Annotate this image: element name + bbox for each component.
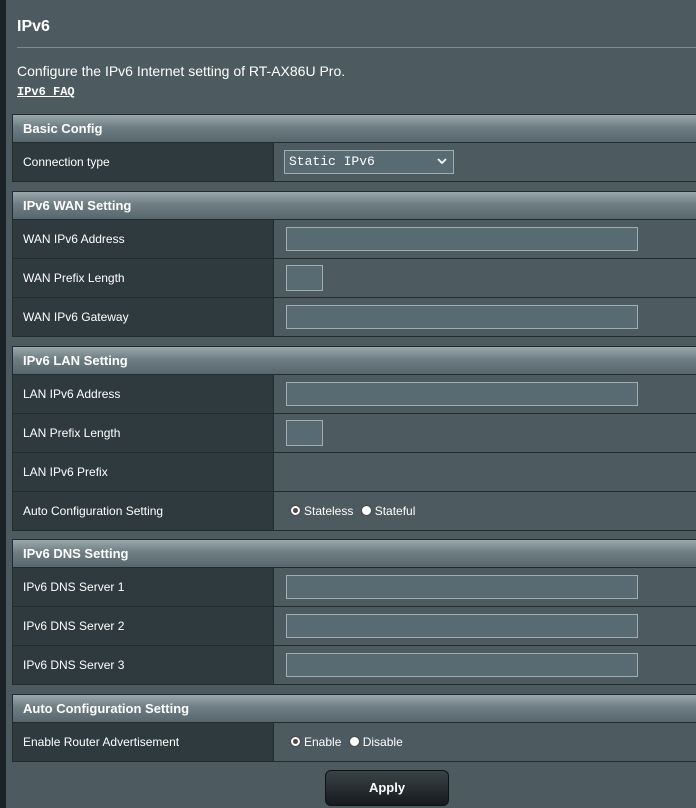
enable-radio[interactable]: Enable bbox=[290, 723, 341, 761]
dns-server3-input[interactable] bbox=[286, 653, 638, 677]
enable-radio-label: Enable bbox=[304, 735, 342, 749]
dns-server2-label: IPv6 DNS Server 2 bbox=[13, 607, 274, 645]
basic-config-section: Basic Config Connection type Static IPv6 bbox=[12, 114, 696, 182]
lan-auto-config-row: Auto Configuration Setting Stateless Sta… bbox=[13, 492, 696, 531]
lan-setting-section: IPv6 LAN Setting LAN IPv6 Address LAN Pr… bbox=[12, 346, 696, 531]
lan-address-label: LAN IPv6 Address bbox=[13, 375, 274, 413]
apply-button[interactable]: Apply bbox=[325, 770, 449, 806]
wan-gateway-label: WAN IPv6 Gateway bbox=[13, 298, 274, 336]
router-advertisement-radio-group: Enable Disable bbox=[290, 723, 407, 761]
connection-type-cell: Static IPv6 bbox=[274, 143, 696, 181]
page-title: IPv6 bbox=[17, 18, 50, 35]
lan-ipv6-prefix-label: LAN IPv6 Prefix bbox=[13, 453, 274, 491]
router-advertisement-row: Enable Router Advertisement Enable Disab… bbox=[13, 723, 696, 762]
radio-unchecked-icon[interactable] bbox=[360, 504, 372, 516]
lan-prefix-length-label: LAN Prefix Length bbox=[13, 414, 274, 452]
wan-gateway-cell bbox=[274, 298, 696, 336]
dns-server1-cell bbox=[274, 568, 696, 606]
wan-address-cell bbox=[274, 220, 696, 258]
dns-server3-row: IPv6 DNS Server 3 bbox=[13, 646, 696, 685]
connection-type-row: Connection type Static IPv6 bbox=[13, 143, 696, 182]
wan-setting-section: IPv6 WAN Setting WAN IPv6 Address WAN Pr… bbox=[12, 191, 696, 337]
wan-prefix-length-row: WAN Prefix Length bbox=[13, 259, 696, 298]
lan-prefix-row: LAN IPv6 Prefix bbox=[13, 453, 696, 492]
radio-checked-icon[interactable] bbox=[290, 735, 301, 747]
ipv6-settings-page: IPv6 Configure the IPv6 Internet setting… bbox=[6, 0, 696, 808]
connection-type-select[interactable]: Static IPv6 bbox=[284, 150, 454, 174]
lan-prefix-length-cell bbox=[274, 414, 696, 452]
dns-server3-label: IPv6 DNS Server 3 bbox=[13, 646, 274, 684]
wan-gateway-row: WAN IPv6 Gateway bbox=[13, 298, 696, 337]
lan-auto-config-cell: Stateless Stateful bbox=[274, 492, 696, 530]
dns-server1-input[interactable] bbox=[286, 575, 638, 599]
wan-prefix-length-label: WAN Prefix Length bbox=[13, 259, 274, 297]
auto-config-section: Auto Configuration Setting Enable Router… bbox=[12, 694, 696, 762]
router-advertisement-label: Enable Router Advertisement bbox=[13, 723, 274, 761]
lan-address-cell bbox=[274, 375, 696, 413]
section-header-lan-setting: IPv6 LAN Setting bbox=[13, 347, 696, 375]
stateless-radio[interactable]: Stateless bbox=[290, 492, 353, 530]
section-header-basic-config: Basic Config bbox=[13, 115, 696, 143]
wan-address-row: WAN IPv6 Address bbox=[13, 220, 696, 259]
section-header-wan-setting: IPv6 WAN Setting bbox=[13, 192, 696, 220]
disable-radio[interactable]: Disable bbox=[348, 723, 403, 761]
dns-server2-input[interactable] bbox=[286, 614, 638, 638]
lan-auto-config-label: Auto Configuration Setting bbox=[13, 492, 274, 530]
dns-server2-row: IPv6 DNS Server 2 bbox=[13, 607, 696, 646]
dns-server1-row: IPv6 DNS Server 1 bbox=[13, 568, 696, 607]
auto-config-radio-group: Stateless Stateful bbox=[290, 492, 419, 530]
stateful-radio-label: Stateful bbox=[374, 504, 416, 518]
lan-prefix-length-input[interactable] bbox=[286, 420, 323, 446]
dns-server3-cell bbox=[274, 646, 696, 684]
section-header-auto-config: Auto Configuration Setting bbox=[13, 695, 696, 723]
connection-type-selected-value: Static IPv6 bbox=[289, 154, 375, 169]
wan-ipv6-gateway-input[interactable] bbox=[286, 305, 638, 329]
wan-address-label: WAN IPv6 Address bbox=[13, 220, 274, 258]
stateful-radio[interactable]: Stateful bbox=[360, 492, 416, 530]
lan-address-row: LAN IPv6 Address bbox=[13, 375, 696, 414]
connection-type-label: Connection type bbox=[13, 143, 274, 181]
lan-ipv6-address-input[interactable] bbox=[286, 382, 638, 406]
lan-ipv6-prefix-value bbox=[274, 453, 696, 491]
dns-server1-label: IPv6 DNS Server 1 bbox=[13, 568, 274, 606]
wan-prefix-length-input[interactable] bbox=[286, 265, 323, 291]
ipv6-faq-link[interactable]: IPv6 FAQ bbox=[17, 85, 75, 99]
radio-unchecked-icon[interactable] bbox=[348, 735, 360, 747]
title-divider bbox=[17, 47, 696, 48]
chevron-down-icon bbox=[437, 158, 447, 165]
wan-prefix-length-cell bbox=[274, 259, 696, 297]
stateless-radio-label: Stateless bbox=[304, 504, 354, 518]
dns-setting-section: IPv6 DNS Setting IPv6 DNS Server 1 IPv6 … bbox=[12, 539, 696, 685]
wan-ipv6-address-input[interactable] bbox=[286, 227, 638, 251]
section-header-dns-setting: IPv6 DNS Setting bbox=[13, 540, 696, 568]
lan-prefix-length-row: LAN Prefix Length bbox=[13, 414, 696, 453]
page-description: Configure the IPv6 Internet setting of R… bbox=[17, 63, 346, 79]
disable-radio-label: Disable bbox=[362, 735, 403, 749]
router-advertisement-cell: Enable Disable bbox=[274, 723, 696, 761]
dns-server2-cell bbox=[274, 607, 696, 645]
radio-checked-icon[interactable] bbox=[290, 504, 301, 516]
